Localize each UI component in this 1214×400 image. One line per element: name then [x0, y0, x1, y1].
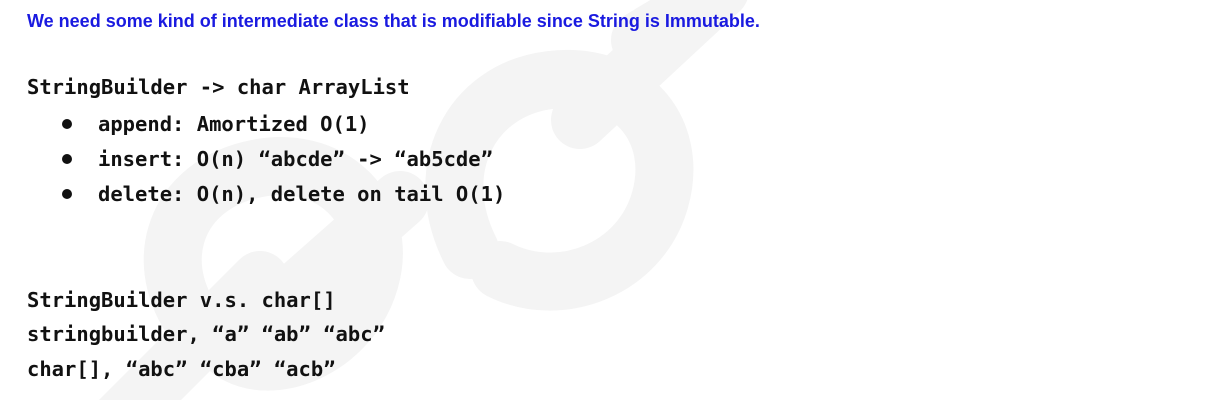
- section1-heading: StringBuilder -> char ArrayList: [27, 75, 410, 99]
- list-item-text: insert: O(n) “abcde” -> “ab5cde”: [98, 147, 493, 171]
- document-page: We need some kind of intermediate class …: [0, 0, 1214, 400]
- stringbuilder-example: stringbuilder, “a” “ab” “abc”: [27, 322, 385, 346]
- list-item: insert: O(n) “abcde” -> “ab5cde”: [0, 145, 505, 180]
- list-item-text: append: Amortized O(1): [98, 112, 370, 136]
- list-item-text: delete: O(n), delete on tail O(1): [98, 182, 506, 206]
- complexity-list: append: Amortized O(1) insert: O(n) “abc…: [0, 110, 505, 215]
- bullet-icon: [62, 154, 72, 164]
- intro-note: We need some kind of intermediate class …: [27, 11, 760, 31]
- list-item: append: Amortized O(1): [0, 110, 505, 145]
- bullet-icon: [62, 189, 72, 199]
- bullet-icon: [62, 119, 72, 129]
- char-array-example: char[], “abc” “cba” “acb”: [27, 357, 336, 381]
- comparison-heading: StringBuilder v.s. char[]: [27, 288, 336, 312]
- list-item: delete: O(n), delete on tail O(1): [0, 180, 505, 215]
